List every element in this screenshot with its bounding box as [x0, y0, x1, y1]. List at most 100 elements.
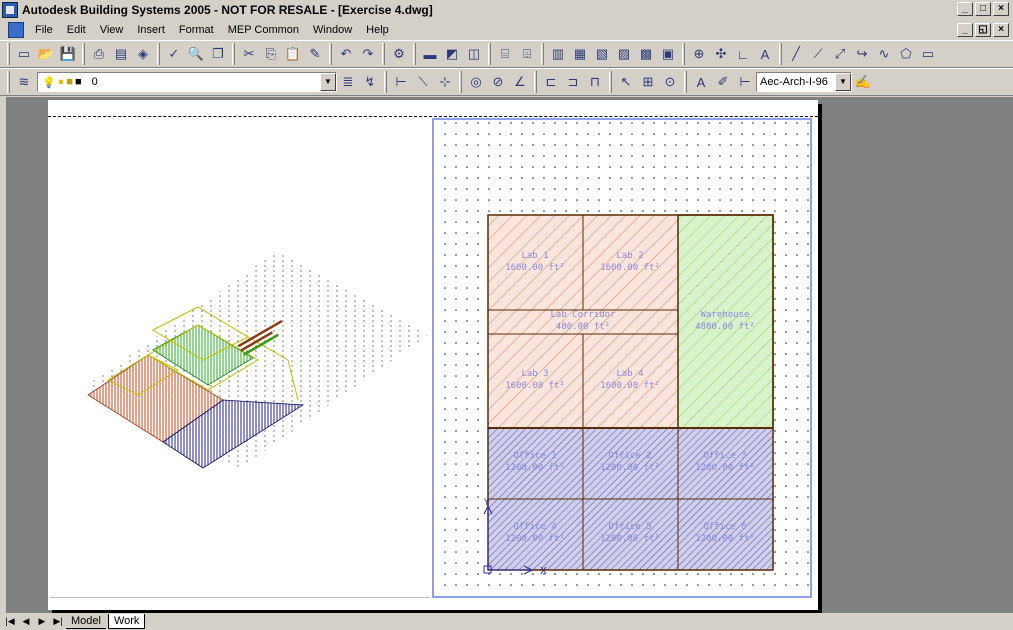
- print-icon[interactable]: ⎙: [88, 43, 110, 65]
- office-4-area: 1200.00 ft²: [505, 534, 565, 544]
- wall-icon[interactable]: ▬: [419, 43, 441, 65]
- menu-help[interactable]: Help: [359, 20, 396, 40]
- toolbar-separator: [682, 43, 685, 65]
- layer-previous-icon[interactable]: ↯: [359, 71, 381, 93]
- leader-icon[interactable]: ↖: [615, 71, 637, 93]
- previous-tab-button[interactable]: ◀: [20, 615, 32, 628]
- schedule-icon[interactable]: ▩: [635, 43, 657, 65]
- linear-dimension-icon[interactable]: ⊢: [390, 71, 412, 93]
- redo-icon[interactable]: ↷: [357, 43, 379, 65]
- pipe-icon[interactable]: ▦: [569, 43, 591, 65]
- publish-icon[interactable]: ◈: [132, 43, 154, 65]
- dimension-edit-icon[interactable]: A: [690, 71, 712, 93]
- tolerance-icon[interactable]: ⊞: [637, 71, 659, 93]
- dimension-update-icon[interactable]: ⊢: [734, 71, 756, 93]
- undo-icon[interactable]: ↶: [335, 43, 357, 65]
- polygon-icon[interactable]: ⬠: [895, 43, 917, 65]
- sun-icon[interactable]: ●: [58, 76, 65, 89]
- menu-file[interactable]: File: [28, 20, 60, 40]
- stair-icon[interactable]: ⌸: [494, 43, 516, 65]
- lock-icon[interactable]: ■: [66, 76, 73, 89]
- spline-icon[interactable]: ∿: [873, 43, 895, 65]
- open-file-icon[interactable]: 📂: [35, 43, 57, 65]
- next-tab-button[interactable]: ▶: [36, 615, 48, 628]
- menu-view[interactable]: View: [93, 20, 131, 40]
- line-icon[interactable]: ╱: [785, 43, 807, 65]
- match-properties-icon[interactable]: ✎: [304, 43, 326, 65]
- lab-2-area: 1600.00 ft²: [600, 263, 660, 273]
- zoom-icon[interactable]: ⊕: [688, 43, 710, 65]
- ucs-icon[interactable]: ∟: [732, 43, 754, 65]
- maximize-button[interactable]: □: [975, 2, 991, 16]
- chevron-down-icon[interactable]: ▼: [835, 73, 851, 91]
- dimstyle-dropdown[interactable]: Aec-Arch-I-96 ▼: [756, 72, 852, 92]
- layers-toolbar: ≋ 💡 ● ■ ■ 0 ▼ ≣ ↯ ⊢ ⟍ ⊹ ◎ ⊘ ∠ ⊏ ⊐ ⊓ ↖ ⊞ …: [0, 68, 1013, 96]
- minimize-button[interactable]: _: [957, 2, 973, 16]
- center-mark-icon[interactable]: ⊙: [659, 71, 681, 93]
- menu-insert[interactable]: Insert: [130, 20, 172, 40]
- table-icon[interactable]: ▣: [657, 43, 679, 65]
- drawing-area[interactable]: Lab 1 1600.00 ft² Lab 2 1600.00 ft² Lab …: [6, 97, 1013, 613]
- duct-icon[interactable]: ▥: [547, 43, 569, 65]
- find-icon[interactable]: 🔍: [185, 43, 207, 65]
- menu-edit[interactable]: Edit: [60, 20, 93, 40]
- copy-icon[interactable]: ❐: [207, 43, 229, 65]
- tab-work[interactable]: Work: [107, 614, 146, 629]
- office-3-area: 1200.00 ft²: [695, 463, 755, 473]
- save-icon[interactable]: 💾: [57, 43, 79, 65]
- window-tool-icon[interactable]: ◫: [463, 43, 485, 65]
- door-icon[interactable]: ◩: [441, 43, 463, 65]
- fitting-icon[interactable]: ▧: [591, 43, 613, 65]
- polyline-icon[interactable]: ⤢: [829, 43, 851, 65]
- text-icon[interactable]: A: [754, 43, 776, 65]
- lightbulb-icon[interactable]: 💡: [42, 76, 56, 89]
- quick-dimension-icon[interactable]: ⊏: [540, 71, 562, 93]
- orbit-icon[interactable]: ✣: [710, 43, 732, 65]
- copy-clip-icon[interactable]: ⎘: [260, 43, 282, 65]
- toolbar-grip[interactable]: [7, 43, 10, 65]
- properties-icon[interactable]: ⚙: [388, 43, 410, 65]
- tab-model[interactable]: Model: [66, 614, 106, 629]
- equipment-icon[interactable]: ▨: [613, 43, 635, 65]
- construction-line-icon[interactable]: ⟋: [807, 43, 829, 65]
- office-4-name: Office 4: [513, 522, 556, 532]
- toolbar-grip[interactable]: [7, 71, 10, 93]
- doc-restore-button[interactable]: ◱: [975, 23, 991, 37]
- doc-minimize-button[interactable]: _: [957, 23, 973, 37]
- paper-layout: Lab 1 1600.00 ft² Lab 2 1600.00 ft² Lab …: [48, 100, 818, 610]
- first-tab-button[interactable]: |◀: [4, 615, 16, 628]
- plot-preview-icon[interactable]: ▤: [110, 43, 132, 65]
- dimension-style-icon[interactable]: ✍: [852, 71, 874, 93]
- spell-check-icon[interactable]: ✓: [163, 43, 185, 65]
- angular-dimension-icon[interactable]: ∠: [509, 71, 531, 93]
- menu-mep-common[interactable]: MEP Common: [221, 20, 306, 40]
- office-1-name: Office 1: [513, 451, 556, 461]
- paste-icon[interactable]: 📋: [282, 43, 304, 65]
- menu-format[interactable]: Format: [172, 20, 221, 40]
- last-tab-button[interactable]: ▶|: [52, 615, 64, 628]
- color-swatch-icon[interactable]: ■: [75, 76, 82, 89]
- layer-manager-icon[interactable]: ≋: [13, 71, 35, 93]
- menu-window[interactable]: Window: [306, 20, 359, 40]
- diameter-dimension-icon[interactable]: ⊘: [487, 71, 509, 93]
- dimension-text-edit-icon[interactable]: ✐: [712, 71, 734, 93]
- aligned-dimension-icon[interactable]: ⟍: [412, 71, 434, 93]
- ordinate-dimension-icon[interactable]: ⊹: [434, 71, 456, 93]
- railing-icon[interactable]: ⌹: [516, 43, 538, 65]
- cut-icon[interactable]: ✂: [238, 43, 260, 65]
- toolbar-separator: [459, 71, 462, 93]
- rectangle-icon[interactable]: ▭: [917, 43, 939, 65]
- make-current-layer-icon[interactable]: ≣: [337, 71, 359, 93]
- document-icon[interactable]: [8, 22, 24, 38]
- baseline-dimension-icon[interactable]: ⊐: [562, 71, 584, 93]
- close-button[interactable]: ×: [993, 2, 1009, 16]
- lab-3-area: 1600.00 ft²: [505, 381, 565, 391]
- new-file-icon[interactable]: ▭: [13, 43, 35, 65]
- doc-close-button[interactable]: ×: [993, 23, 1009, 37]
- chevron-down-icon[interactable]: ▼: [320, 73, 336, 91]
- layer-dropdown[interactable]: 💡 ● ■ ■ 0 ▼: [37, 72, 337, 92]
- app-icon[interactable]: [2, 2, 18, 18]
- radius-dimension-icon[interactable]: ◎: [465, 71, 487, 93]
- continue-dimension-icon[interactable]: ⊓: [584, 71, 606, 93]
- arc-icon[interactable]: ↪: [851, 43, 873, 65]
